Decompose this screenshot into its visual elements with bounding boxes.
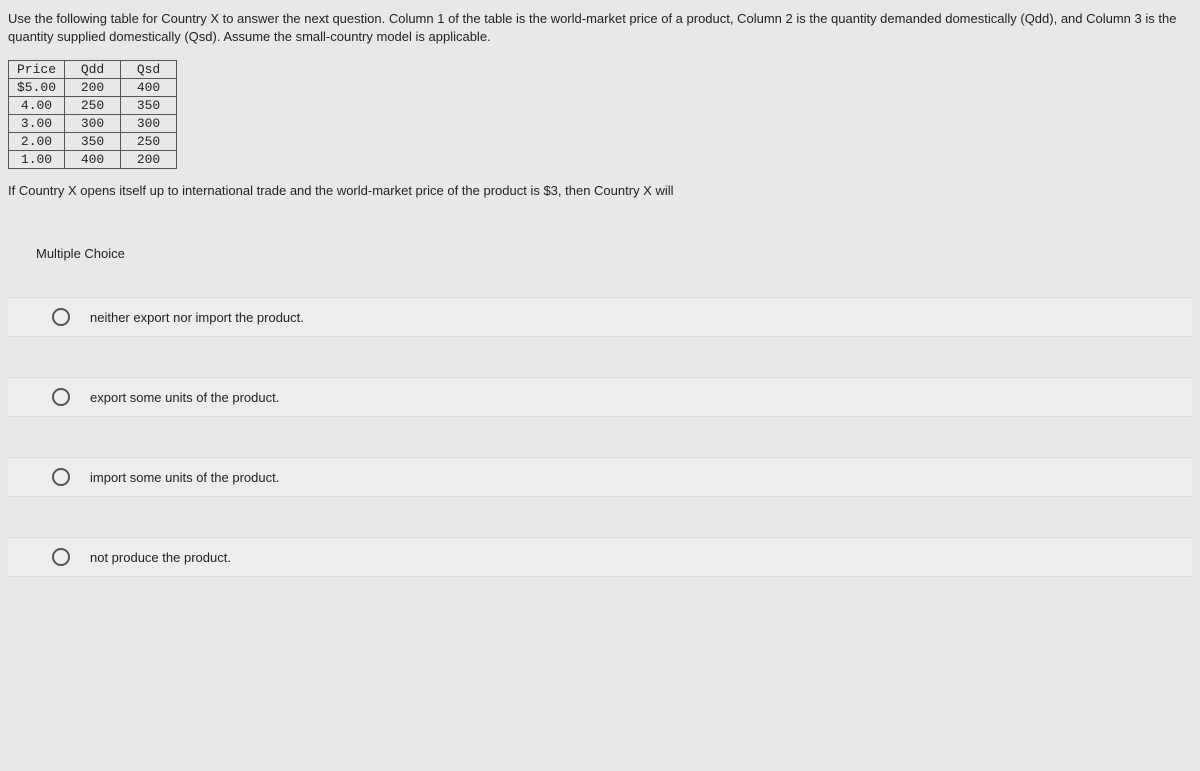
table-cell: $5.00 bbox=[9, 79, 65, 97]
table-cell: 350 bbox=[121, 97, 177, 115]
table-row: $5.00 200 400 bbox=[9, 79, 177, 97]
table-cell: 300 bbox=[65, 115, 121, 133]
option-row[interactable]: neither export nor import the product. bbox=[8, 297, 1192, 337]
table-cell: 4.00 bbox=[9, 97, 65, 115]
table-cell: 400 bbox=[65, 151, 121, 169]
table-header-row: Price Qdd Qsd bbox=[9, 61, 177, 79]
data-table: Price Qdd Qsd $5.00 200 400 4.00 250 350… bbox=[8, 60, 177, 169]
table-cell: 2.00 bbox=[9, 133, 65, 151]
table-row: 2.00 350 250 bbox=[9, 133, 177, 151]
table-row: 1.00 400 200 bbox=[9, 151, 177, 169]
option-text: neither export nor import the product. bbox=[90, 310, 304, 325]
option-row[interactable]: not produce the product. bbox=[8, 537, 1192, 577]
table-cell: 300 bbox=[121, 115, 177, 133]
option-text: export some units of the product. bbox=[90, 390, 279, 405]
radio-icon[interactable] bbox=[52, 388, 70, 406]
question-container: Use the following table for Country X to… bbox=[0, 0, 1200, 587]
question-intro: Use the following table for Country X to… bbox=[8, 10, 1192, 46]
option-row[interactable]: export some units of the product. bbox=[8, 377, 1192, 417]
radio-icon[interactable] bbox=[52, 468, 70, 486]
table-row: 4.00 250 350 bbox=[9, 97, 177, 115]
table-cell: 200 bbox=[121, 151, 177, 169]
radio-icon[interactable] bbox=[52, 308, 70, 326]
table-cell: 1.00 bbox=[9, 151, 65, 169]
options-list: neither export nor import the product. e… bbox=[8, 297, 1192, 577]
option-row[interactable]: import some units of the product. bbox=[8, 457, 1192, 497]
table-header: Qsd bbox=[121, 61, 177, 79]
table-cell: 3.00 bbox=[9, 115, 65, 133]
option-text: import some units of the product. bbox=[90, 470, 279, 485]
table-cell: 250 bbox=[65, 97, 121, 115]
multiple-choice-label: Multiple Choice bbox=[36, 246, 1192, 261]
question-followup: If Country X opens itself up to internat… bbox=[8, 183, 1192, 198]
table-header: Price bbox=[9, 61, 65, 79]
table-cell: 400 bbox=[121, 79, 177, 97]
radio-icon[interactable] bbox=[52, 548, 70, 566]
option-text: not produce the product. bbox=[90, 550, 231, 565]
table-cell: 250 bbox=[121, 133, 177, 151]
table-cell: 200 bbox=[65, 79, 121, 97]
table-header: Qdd bbox=[65, 61, 121, 79]
table-cell: 350 bbox=[65, 133, 121, 151]
table-row: 3.00 300 300 bbox=[9, 115, 177, 133]
